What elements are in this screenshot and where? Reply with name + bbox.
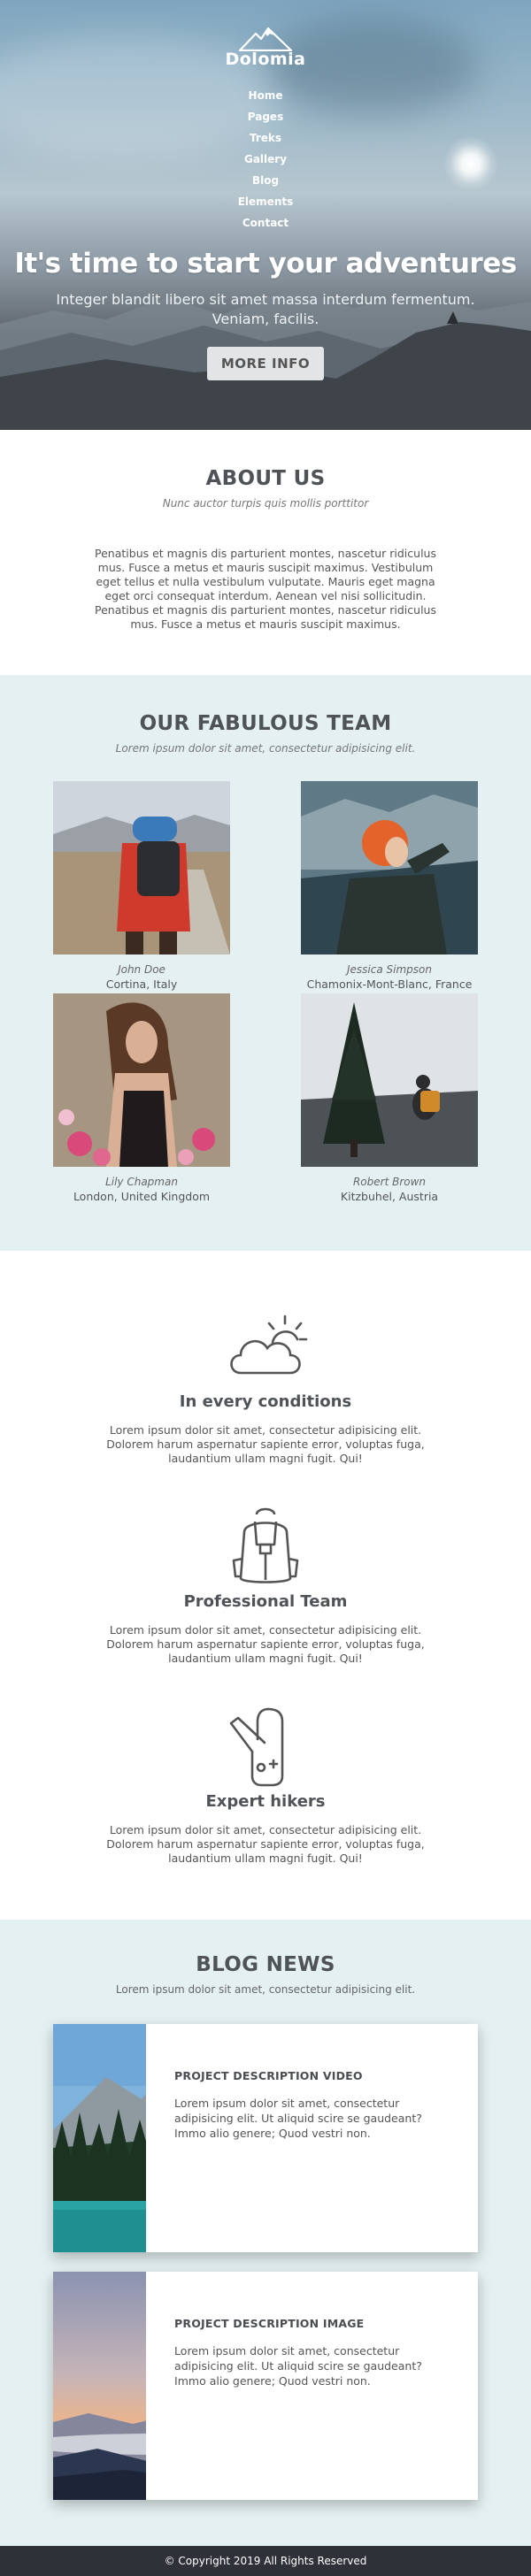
team-member-location: Cortina, Italy (105, 978, 178, 991)
footer: © Copyright 2019 All Rights Reserved (0, 2546, 531, 2576)
feature-title: Professional Team (183, 1592, 348, 1611)
mountain-logo-icon (238, 27, 293, 51)
blog-post-card[interactable]: PROJECT DESCRIPTION IMAGE Lorem ipsum do… (53, 2272, 478, 2500)
copyright-text: © Copyright 2019 All Rights Reserved (164, 2555, 367, 2567)
team-member-name: Jessica Simpson (347, 963, 432, 976)
nav-item-elements[interactable]: Elements (0, 191, 531, 212)
blog-post-title[interactable]: PROJECT DESCRIPTION IMAGE (174, 2316, 450, 2331)
blog-post-image[interactable] (53, 2272, 147, 2500)
nav-item-treks[interactable]: Treks (0, 127, 531, 149)
blog-section: BLOG NEWS Lorem ipsum dolor sit amet, co… (0, 1920, 531, 2546)
nav-item-gallery[interactable]: Gallery (0, 149, 531, 170)
team-member-photo[interactable] (301, 993, 478, 1167)
brand-name: Dolomia (225, 50, 306, 69)
feature-title: Expert hikers (205, 1792, 326, 1811)
about-body: Penatibus et magnis dis parturient monte… (95, 547, 436, 631)
main-nav: Home Pages Treks Gallery Blog Elements C… (0, 85, 531, 234)
cloud-sun-icon (0, 1302, 531, 1391)
feature-title: In every conditions (179, 1392, 352, 1411)
team-member-location: Kitzbuhel, Austria (340, 1190, 439, 1203)
hero-title: It's time to start your adventures (14, 248, 517, 280)
team-grid: John Doe Cortina, Italy Jessica Simpson … (0, 781, 531, 1241)
feature-item: Expert hikers Lorem ipsum dolor sit amet… (0, 1702, 531, 1902)
blog-subtitle: Lorem ipsum dolor sit amet, consectetur … (115, 1983, 416, 1996)
feature-item: In every conditions Lorem ipsum dolor si… (0, 1302, 531, 1502)
hero-subtitle: Integer blandit libero sit amet massa in… (56, 291, 475, 327)
blog-post-text: Lorem ipsum dolor sit amet, consectetur … (174, 2097, 422, 2140)
blog-post-text: Lorem ipsum dolor sit amet, consectetur … (174, 2344, 422, 2388)
blog-title: BLOG NEWS (196, 1953, 335, 1976)
nav-item-home[interactable]: Home (0, 85, 531, 106)
team-member-location: Chamonix-Mont-Blanc, France (306, 978, 473, 991)
team-member-name: John Doe (118, 963, 165, 976)
more-info-button[interactable]: MORE INFO (206, 347, 325, 380)
swiss-knife-icon (0, 1702, 531, 1790)
team-title: OUR FABULOUS TEAM (139, 712, 392, 735)
team-subtitle: Lorem ipsum dolor sit amet, consectetur … (115, 742, 416, 755)
blog-post-image[interactable] (53, 2024, 147, 2252)
team-member-name: Lily Chapman (105, 1176, 178, 1188)
blog-post-card[interactable]: PROJECT DESCRIPTION VIDEO Lorem ipsum do… (53, 2024, 478, 2252)
about-title: ABOUT US (205, 467, 326, 490)
feature-text: Lorem ipsum dolor sit amet, consectetur … (106, 1623, 425, 1665)
feature-text: Lorem ipsum dolor sit amet, consectetur … (106, 1423, 425, 1465)
hero-section: Dolomia Home Pages Treks Gallery Blog El… (0, 0, 531, 430)
feature-item: Professional Team Lorem ipsum dolor sit … (0, 1502, 531, 1702)
backpack-icon (0, 1502, 531, 1591)
team-section: OUR FABULOUS TEAM Lorem ipsum dolor sit … (0, 675, 531, 1251)
team-member-photo[interactable] (301, 781, 478, 954)
brand-logo[interactable]: Dolomia (225, 27, 305, 69)
team-member-card: John Doe Cortina, Italy (53, 781, 230, 991)
team-member-photo[interactable] (53, 781, 230, 954)
team-member-location: London, United Kingdom (73, 1190, 211, 1203)
nav-item-contact[interactable]: Contact (0, 212, 531, 234)
feature-text: Lorem ipsum dolor sit amet, consectetur … (106, 1823, 425, 1865)
team-member-card: Jessica Simpson Chamonix-Mont-Blanc, Fra… (301, 781, 478, 991)
nav-item-blog[interactable]: Blog (0, 170, 531, 191)
about-section: ABOUT US Nunc auctor turpis quis mollis … (0, 430, 531, 675)
features-section: In every conditions Lorem ipsum dolor si… (0, 1251, 531, 1920)
nav-item-pages[interactable]: Pages (0, 106, 531, 127)
team-member-card: Lily Chapman London, United Kingdom (53, 993, 230, 1203)
about-subtitle: Nunc auctor turpis quis mollis porttitor (162, 497, 369, 510)
team-member-photo[interactable] (53, 993, 230, 1167)
team-member-name: Robert Brown (352, 1176, 427, 1188)
team-member-card: Robert Brown Kitzbuhel, Austria (301, 993, 478, 1203)
blog-post-title[interactable]: PROJECT DESCRIPTION VIDEO (174, 2068, 450, 2083)
